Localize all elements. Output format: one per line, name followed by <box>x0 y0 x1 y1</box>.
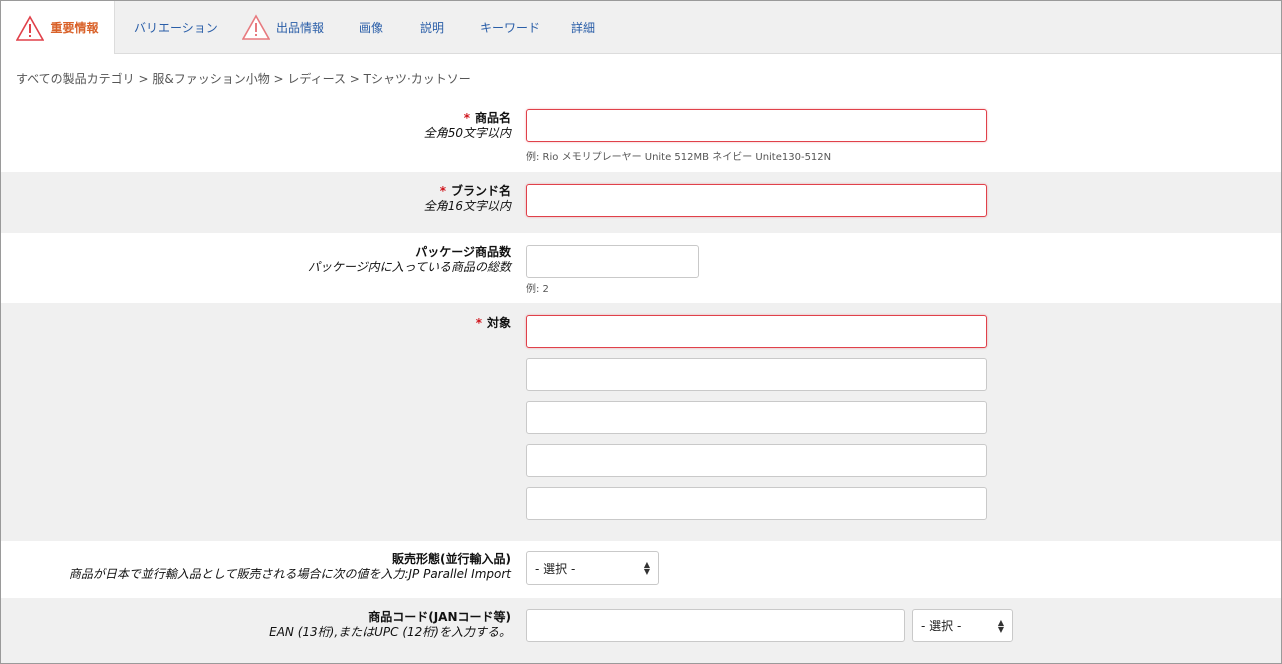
tab-label: バリエーション <box>134 20 218 35</box>
tab-details[interactable]: 詳細 <box>571 1 595 53</box>
brand-name-label: * ブランド名 全角16文字以内 <box>424 184 511 214</box>
label-subtext: EAN (13桁),またはUPC (12桁)を入力する。 <box>269 625 511 639</box>
label-subtext: 全角16文字以内 <box>423 199 511 213</box>
package-quantity-label: パッケージ商品数 パッケージ内に入っている商品の総数 <box>308 245 511 275</box>
listing-form-window: 重要情報 バリエーション 出品情報 画像 説明 キーワード 詳細 すべての製品カ… <box>0 0 1282 664</box>
breadcrumb: すべての製品カテゴリ > 服&ファッション小物 > レディース > Tシャツ·カ… <box>16 72 471 86</box>
sales-form-select[interactable]: - 選択 - ▲ ▼ <box>526 551 659 585</box>
tab-keywords[interactable]: キーワード <box>480 1 540 53</box>
tab-label: 説明 <box>420 20 445 35</box>
tab-bar: 重要情報 バリエーション 出品情報 画像 説明 キーワード 詳細 <box>1 1 1281 54</box>
row-product-name: * 商品名 全角50文字以内 例: Rio メモリプレーヤー Unite 512M… <box>1 96 1281 172</box>
tab-description[interactable]: 説明 <box>420 1 444 53</box>
tab-label: 重要情報 <box>50 21 99 35</box>
target-label: * 対象 <box>476 316 511 331</box>
product-name-input[interactable] <box>526 109 987 142</box>
sales-form-label: 販売形態(並行輸入品) 商品が日本で並行輸入品として販売される場合に次の値を入力… <box>69 552 511 582</box>
label-subtext: 商品が日本で並行輸入品として販売される場合に次の値を入力:JP Parallel… <box>68 567 511 581</box>
label-text: 商品コード(JANコード等) <box>368 610 511 624</box>
target-input-2[interactable] <box>526 358 987 391</box>
warning-icon <box>242 14 270 40</box>
product-code-label: 商品コード(JANコード等) EAN (13桁),またはUPC (12桁)を入力… <box>269 610 511 640</box>
select-value: - 選択 - <box>535 561 576 576</box>
label-text: 対象 <box>486 316 511 330</box>
package-quantity-input[interactable] <box>526 245 699 278</box>
label-subtext: パッケージ内に入っている商品の総数 <box>307 260 511 274</box>
label-text: 商品名 <box>474 111 511 125</box>
product-name-label: * 商品名 全角50文字以内 <box>424 111 511 141</box>
required-mark: * <box>463 111 470 125</box>
required-mark: * <box>475 316 482 330</box>
product-code-type-select[interactable]: - 選択 - ▲ ▼ <box>912 609 1013 642</box>
required-mark: * <box>439 184 446 198</box>
package-quantity-example: 例: 2 <box>526 284 549 295</box>
select-arrows-icon: ▲ ▼ <box>997 617 1004 634</box>
label-text: パッケージ商品数 <box>415 245 511 259</box>
tab-label: キーワード <box>480 20 541 35</box>
product-code-input[interactable] <box>526 609 905 642</box>
tab-important-info[interactable]: 重要情報 <box>1 1 115 54</box>
product-name-example: 例: Rio メモリプレーヤー Unite 512MB ネイビー Unite13… <box>526 152 832 163</box>
tab-images[interactable]: 画像 <box>359 1 383 53</box>
label-subtext: 全角50文字以内 <box>423 126 511 140</box>
brand-name-input[interactable] <box>526 184 987 217</box>
label-text: 販売形態(並行輸入品) <box>392 552 511 566</box>
row-target: * 対象 <box>1 303 1281 541</box>
tab-label: 詳細 <box>571 20 596 35</box>
target-input-1[interactable] <box>526 315 987 348</box>
tab-label: 出品情報 <box>276 20 325 35</box>
tab-offer-info[interactable]: 出品情報 <box>242 1 324 53</box>
row-sales-form: 販売形態(並行輸入品) 商品が日本で並行輸入品として販売される場合に次の値を入力… <box>1 541 1281 598</box>
label-text: ブランド名 <box>450 184 511 198</box>
select-arrows-icon: ▲ ▼ <box>643 560 650 576</box>
target-input-4[interactable] <box>526 444 987 477</box>
row-product-code: 商品コード(JANコード等) EAN (13桁),またはUPC (12桁)を入力… <box>1 598 1281 663</box>
tab-variation[interactable]: バリエーション <box>134 1 218 53</box>
select-value: - 選択 - <box>921 619 962 633</box>
row-brand-name: * ブランド名 全角16文字以内 <box>1 172 1281 233</box>
target-input-5[interactable] <box>526 487 987 520</box>
row-package-quantity: パッケージ商品数 パッケージ内に入っている商品の総数 例: 2 <box>1 233 1281 303</box>
tab-label: 画像 <box>359 20 384 35</box>
target-input-3[interactable] <box>526 401 987 434</box>
warning-icon <box>16 14 45 41</box>
